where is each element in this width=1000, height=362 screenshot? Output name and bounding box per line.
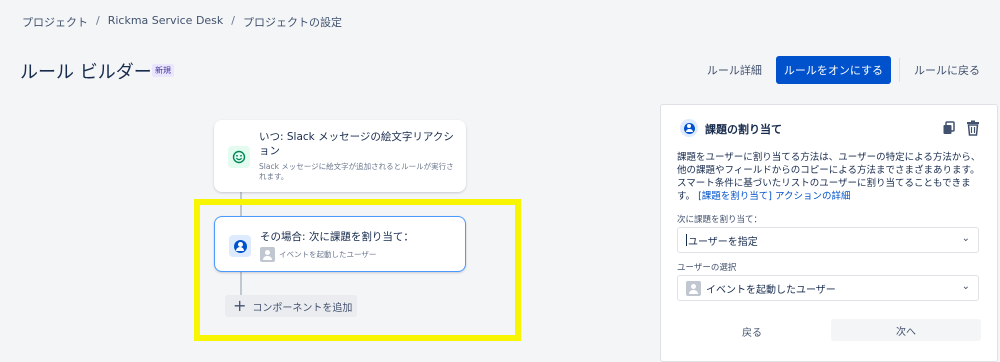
assign-issue-help-link[interactable]: [課題を割り当て] アクションの詳細 xyxy=(698,191,850,202)
chevron-down-icon: ⌄ xyxy=(961,281,970,292)
user-select[interactable]: イベントを起動したユーザー ⌄ xyxy=(677,275,979,301)
emoji-reaction-icon xyxy=(228,146,250,168)
panel-description: 課題をユーザーに割り当てる方法は、ユーザーの特定による方法から、他の課題やフィー… xyxy=(677,151,983,203)
user-select-value: イベントを起動したユーザー xyxy=(706,284,836,296)
copy-icon[interactable] xyxy=(941,119,957,137)
text-caret xyxy=(686,234,687,246)
trigger-title: いつ: Slack メッセージの絵文字リアクション xyxy=(259,131,454,157)
rule-details-button[interactable]: ルール詳細 xyxy=(701,56,768,84)
user-field-label: ユーザーの選択 xyxy=(677,263,737,273)
back-to-rules-button[interactable]: ルールに戻る xyxy=(908,56,986,84)
user-assign-icon xyxy=(680,119,698,137)
highlight-box xyxy=(194,199,521,341)
panel-title: 課題の割り当て xyxy=(705,123,782,136)
action-config-panel: 課題の割り当て 課題をユーザーに割り当てる方法は、ユーザーの特定による方法から、… xyxy=(660,104,998,362)
header-actions: ルール詳細 ルールをオンにする ルールに戻る xyxy=(701,56,986,84)
turn-on-rule-button[interactable]: ルールをオンにする xyxy=(775,56,891,84)
page-title: ルール ビルダー xyxy=(20,62,152,83)
chevron-down-icon: ⌄ xyxy=(961,233,970,244)
breadcrumb-project-settings[interactable]: プロジェクトの設定 xyxy=(243,14,342,30)
breadcrumb-separator: / xyxy=(231,14,235,27)
user-avatar-icon xyxy=(686,280,701,296)
breadcrumb-project[interactable]: Rickma Service Desk xyxy=(108,14,224,30)
next-button[interactable]: 次へ xyxy=(831,319,981,341)
back-button[interactable]: 戻る xyxy=(677,320,827,342)
breadcrumb-projects[interactable]: プロジェクト xyxy=(22,14,88,30)
trigger-card[interactable]: いつ: Slack メッセージの絵文字リアクション Slack メッセージに絵文… xyxy=(214,120,466,192)
breadcrumb: プロジェクト / Rickma Service Desk / プロジェクトの設定 xyxy=(22,14,342,30)
assign-method-select[interactable]: ユーザーを指定 ⌄ xyxy=(677,227,979,253)
assign-field-label: 次に課題を割り当て： xyxy=(677,215,763,225)
new-badge: 新規 xyxy=(152,64,174,77)
divider xyxy=(899,58,900,82)
delete-icon[interactable] xyxy=(965,119,981,137)
panel-tools xyxy=(941,119,981,137)
assign-method-value: ユーザーを指定 xyxy=(688,236,758,248)
trigger-description: Slack メッセージに絵文字が追加されるとルールが実行されます。 xyxy=(259,162,454,181)
breadcrumb-separator: / xyxy=(96,14,100,27)
